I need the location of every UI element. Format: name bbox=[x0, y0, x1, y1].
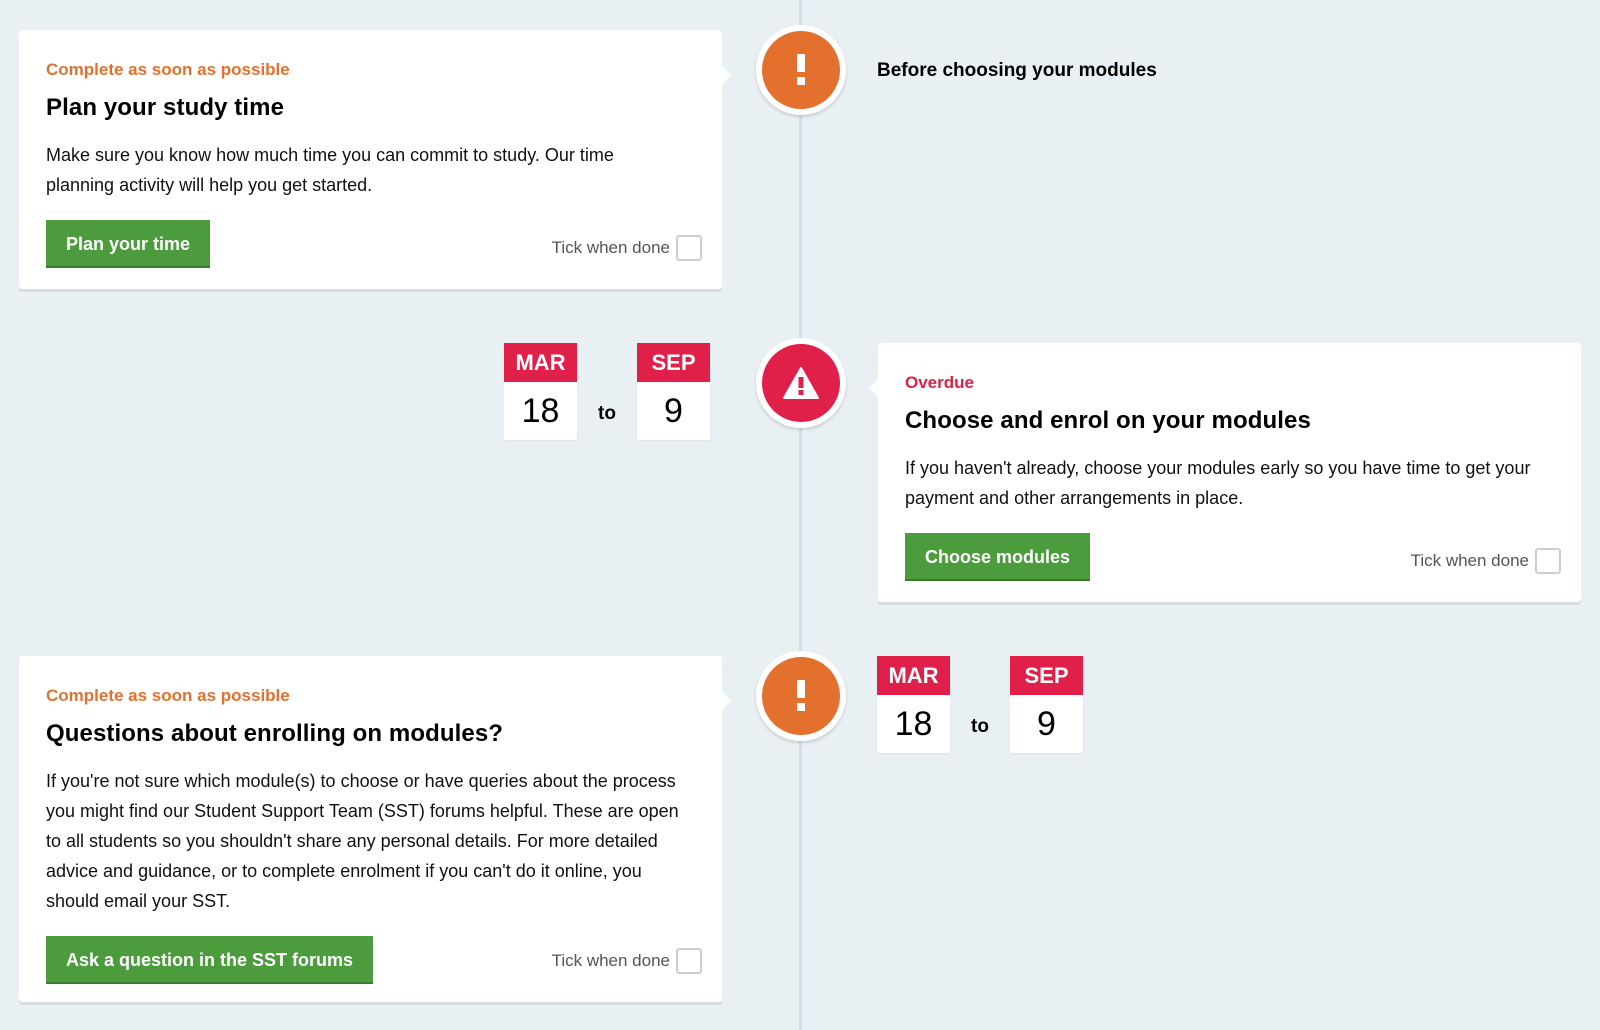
task-card-choose-enrol: Overdue Choose and enrol on your modules… bbox=[869, 343, 1581, 602]
card-title: Plan your study time bbox=[46, 94, 285, 121]
timeline-node-1 bbox=[756, 25, 846, 115]
status-label: Complete as soon as possible bbox=[46, 686, 290, 705]
tick-when-done[interactable]: Tick when done bbox=[552, 235, 702, 261]
end-date: SEP 9 bbox=[637, 343, 710, 440]
warning-triangle-icon bbox=[783, 367, 819, 399]
done-checkbox[interactable] bbox=[1535, 548, 1561, 574]
status-label: Complete as soon as possible bbox=[46, 60, 290, 79]
task-card-questions-enrolling: Complete as soon as possible Questions a… bbox=[19, 656, 731, 1002]
start-day: 18 bbox=[521, 392, 560, 430]
to-label: to bbox=[598, 403, 616, 424]
card-title: Choose and enrol on your modules bbox=[905, 407, 1311, 434]
card-body: Make sure you know how much time you can… bbox=[46, 145, 614, 195]
end-month: SEP bbox=[637, 343, 710, 382]
date-range: MAR 18 to SEP 9 bbox=[504, 343, 710, 440]
tick-label: Tick when done bbox=[551, 238, 670, 257]
end-month: SEP bbox=[1010, 656, 1083, 695]
section-heading: Before choosing your modules bbox=[877, 60, 1157, 81]
tick-label: Tick when done bbox=[551, 951, 670, 970]
timeline-node-2 bbox=[756, 338, 846, 428]
task-card-plan-study-time: Complete as soon as possible Plan your s… bbox=[19, 30, 731, 289]
timeline-line bbox=[799, 0, 802, 1030]
plan-your-time-button[interactable]: Plan your time bbox=[46, 220, 211, 268]
done-checkbox[interactable] bbox=[676, 948, 702, 974]
start-day: 18 bbox=[894, 705, 933, 743]
end-day: 9 bbox=[664, 392, 683, 430]
end-day: 9 bbox=[1037, 705, 1056, 743]
card-title: Questions about enrolling on modules? bbox=[46, 720, 504, 747]
choose-modules-button[interactable]: Choose modules bbox=[905, 533, 1091, 581]
end-date: SEP 9 bbox=[1010, 656, 1083, 753]
status-label: Overdue bbox=[905, 373, 974, 392]
exclamation-icon bbox=[797, 54, 805, 85]
ask-question-sst-forums-button[interactable]: Ask a question in the SST forums bbox=[46, 936, 374, 984]
start-month: MAR bbox=[504, 343, 577, 382]
start-month: MAR bbox=[877, 656, 950, 695]
card-body: If you haven't already, choose your modu… bbox=[905, 458, 1531, 508]
timeline-node-3 bbox=[756, 651, 846, 741]
start-date: MAR 18 bbox=[504, 343, 577, 440]
tick-when-done[interactable]: Tick when done bbox=[1411, 548, 1561, 574]
done-checkbox[interactable] bbox=[676, 235, 702, 261]
tick-when-done[interactable]: Tick when done bbox=[552, 948, 702, 974]
to-label: to bbox=[971, 716, 989, 737]
tick-label: Tick when done bbox=[1410, 551, 1529, 570]
exclamation-icon bbox=[797, 680, 805, 711]
date-range: MAR 18 to SEP 9 bbox=[877, 656, 1083, 753]
start-date: MAR 18 bbox=[877, 656, 950, 753]
card-body: If you're not sure which module(s) to ch… bbox=[46, 771, 679, 911]
